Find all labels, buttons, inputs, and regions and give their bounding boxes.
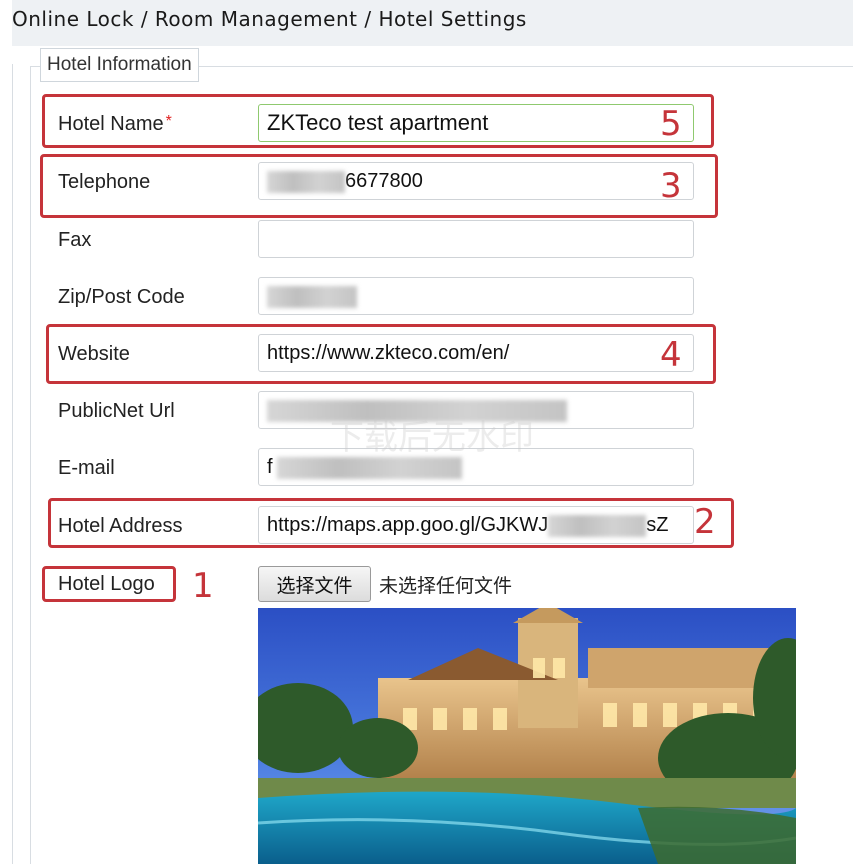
zip-label: Zip/Post Code (58, 286, 185, 308)
publicnet-label: PublicNet Url (58, 400, 175, 422)
hotel-settings-page: Online Lock / Room Management / Hotel Se… (0, 0, 853, 864)
email-value: f (267, 456, 273, 478)
hotel-logo-image (258, 608, 796, 864)
annotation-number-3: 3 (660, 166, 682, 206)
fax-input[interactable] (258, 220, 694, 258)
left-divider (12, 64, 13, 864)
publicnet-input[interactable] (258, 391, 694, 429)
annotation-number-1: 1 (192, 566, 214, 606)
highlight-hotel-address (48, 498, 734, 548)
section-legend: Hotel Information (40, 48, 199, 82)
highlight-telephone (40, 154, 718, 218)
email-input[interactable]: f (258, 448, 694, 486)
fax-label: Fax (58, 229, 92, 251)
annotation-number-5: 5 (660, 104, 682, 144)
highlight-hotel-name (42, 94, 714, 148)
zip-input[interactable] (258, 277, 694, 315)
redacted-area (267, 285, 357, 308)
highlight-hotel-logo (42, 566, 176, 602)
annotation-number-4: 4 (660, 335, 682, 375)
email-label: E-mail (58, 457, 115, 479)
fieldset-left-border (30, 66, 31, 864)
annotation-number-2: 2 (694, 502, 716, 542)
choose-file-button[interactable]: 选择文件 (258, 566, 371, 602)
breadcrumb: Online Lock / Room Management / Hotel Se… (12, 7, 527, 31)
file-status-text: 未选择任何文件 (379, 575, 513, 597)
highlight-website (46, 324, 716, 384)
redacted-area (276, 456, 462, 479)
breadcrumb-bar: Online Lock / Room Management / Hotel Se… (12, 0, 853, 46)
redacted-area (267, 399, 567, 422)
